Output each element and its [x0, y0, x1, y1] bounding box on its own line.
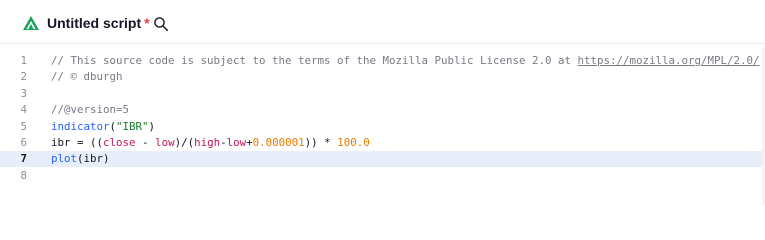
editor-header: Untitled script * — [0, 0, 765, 44]
code-line[interactable]: 1 // This source code is subject to the t… — [0, 53, 765, 69]
line-number: 5 — [20, 119, 27, 133]
line-code: ibr = ((close - low)/(high-low+0.000001)… — [51, 135, 370, 151]
code-token-comment: // This source code is subject to the te… — [51, 54, 578, 67]
line-number: 8 — [20, 168, 27, 182]
code-line[interactable]: 2 // © dburgh — [0, 69, 765, 85]
code-token-op: ) — [148, 119, 156, 133]
code-token-string: "IBR" — [116, 119, 149, 133]
code-token-builtin: high — [194, 136, 221, 149]
line-code: plot(ibr) — [51, 151, 110, 167]
line-code: //@version=5 — [51, 102, 129, 118]
code-line[interactable]: 8 — [0, 168, 765, 184]
line-number: 4 — [20, 103, 27, 117]
code-token-op: )/( — [174, 136, 195, 149]
line-code: // This source code is subject to the te… — [51, 53, 760, 69]
line-code: // © dburgh — [51, 69, 123, 85]
code-line[interactable]: 7 plot(ibr) — [0, 151, 765, 168]
code-line[interactable]: 3 — [0, 86, 765, 102]
search-icon[interactable] — [153, 16, 169, 32]
line-code: indicator("IBR") — [51, 119, 155, 135]
code-token-func: indicator — [51, 119, 110, 133]
unsaved-indicator: * — [144, 15, 150, 31]
line-number: 1 — [20, 54, 27, 67]
pine-logo-icon — [22, 16, 40, 32]
code-token-var: ibr — [83, 152, 104, 166]
code-token-var: ibr — [51, 136, 71, 149]
code-token-op: - — [135, 136, 156, 149]
script-title-label: Untitled script — [47, 15, 142, 31]
code-token-link[interactable]: https://mozilla.org/MPL/2.0/ — [578, 54, 760, 67]
line-number: 7 — [20, 152, 27, 166]
code-line[interactable]: 5 indicator("IBR") — [0, 119, 765, 135]
line-number: 6 — [20, 136, 27, 149]
line-number: 3 — [20, 86, 27, 100]
code-token-op: )) * — [304, 136, 338, 149]
code-token-builtin: low — [155, 136, 175, 149]
code-token-number: 100.0 — [337, 136, 370, 149]
code-token-builtin: low — [226, 136, 247, 149]
code-line[interactable]: 4 //@version=5 — [0, 102, 765, 118]
code-token-comment: //@version=5 — [51, 103, 130, 117]
code-line[interactable]: 6 ibr = ((close - low)/(high-low+0.000001… — [0, 135, 765, 151]
script-title[interactable]: Untitled script * — [47, 14, 150, 32]
code-token-comment: // © dburgh — [51, 70, 123, 84]
code-token-builtin: close — [103, 136, 136, 149]
line-number: 2 — [20, 70, 27, 84]
code-token-op: ) — [103, 152, 110, 166]
code-token-func: plot — [51, 152, 78, 166]
code-token-number: 0.000001 — [252, 136, 305, 149]
code-token-op: = (( — [70, 136, 104, 149]
code-editor[interactable]: 1 // This source code is subject to the t… — [0, 48, 765, 205]
